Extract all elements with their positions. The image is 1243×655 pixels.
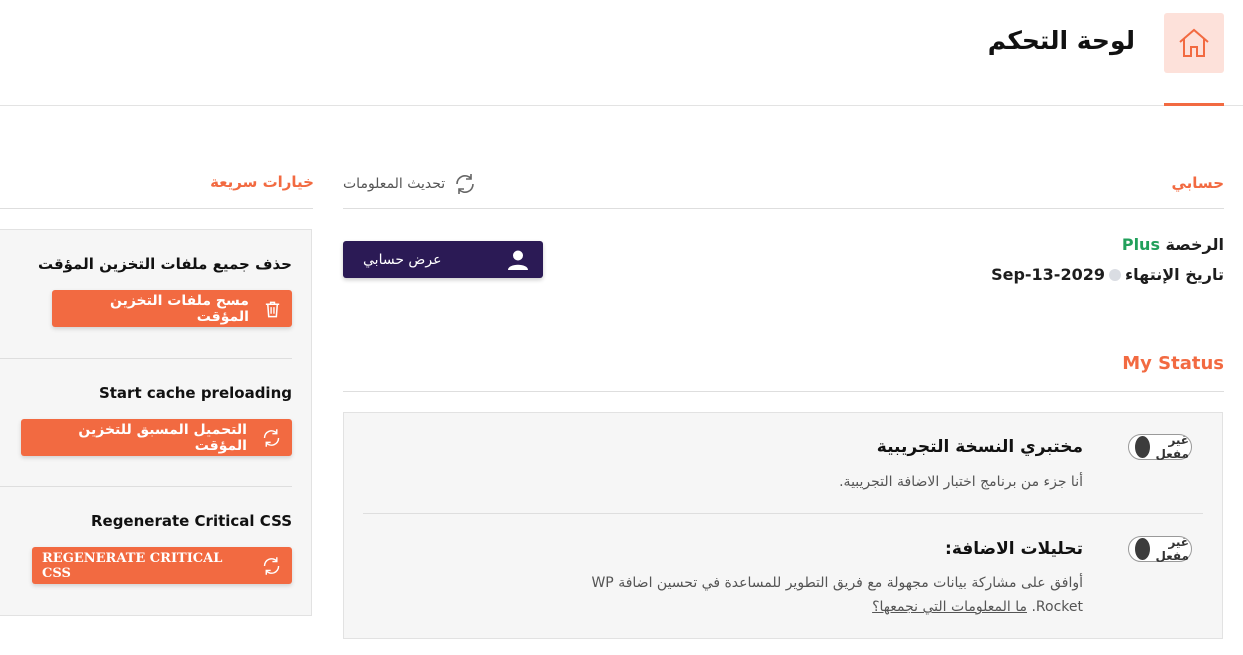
critical-css-heading: Regenerate Critical CSS: [90, 512, 292, 530]
option-divider: [363, 513, 1203, 514]
regenerate-css-button[interactable]: REGENERATE CRITICAL CSS: [32, 547, 292, 584]
trash-icon: [265, 301, 280, 317]
toggle-knob: [1135, 538, 1150, 560]
license-value: Plus: [1121, 235, 1160, 254]
data-collected-link[interactable]: ما المعلومات التي نجمعها؟: [872, 599, 1027, 615]
beta-tester-toggle[interactable]: غير مفعل: [1128, 433, 1192, 461]
preload-cache-label: التحميل المسبق للتخزين المؤقت: [78, 421, 247, 454]
expiry-label: تاريخ الإنتهاء: [1124, 265, 1224, 284]
clear-cache-button[interactable]: مسح ملفات التخزين المؤقت: [52, 290, 292, 327]
refresh-icon: [263, 428, 280, 447]
toggle-knob: [1135, 436, 1150, 458]
quick-divider: [0, 486, 292, 487]
quick-actions-divider: [0, 208, 313, 209]
quick-divider: [0, 358, 292, 359]
page-title: لوحة التحكم: [987, 26, 1135, 55]
refresh-label: تحديث المعلومات: [343, 176, 446, 192]
expiry-row: تاريخ الإنتهاء Sep-13-2029: [991, 265, 1224, 284]
toggle-label: غير مفعل: [1155, 433, 1189, 461]
status-divider: [343, 391, 1224, 392]
analytics-description-tail: Rocket.: [1031, 599, 1083, 615]
home-button[interactable]: [1164, 13, 1224, 73]
license-row: الرخصة Plus: [1122, 235, 1224, 254]
license-label: الرخصة: [1165, 235, 1224, 254]
user-icon: [508, 250, 528, 270]
my-account-title: حسابي: [1171, 174, 1224, 192]
analytics-title: تحليلات الاضافة:: [945, 539, 1083, 559]
status-dot: [1108, 268, 1121, 281]
analytics-description-line2: Rocket. ما المعلومات التي نجمعها؟: [363, 595, 1083, 619]
view-account-button[interactable]: عرض حسابي: [343, 241, 543, 278]
my-status-title: My Status: [1122, 353, 1224, 374]
toggle-label: غير مفعل: [1155, 535, 1189, 563]
preload-cache-button[interactable]: التحميل المسبق للتخزين المؤقت: [21, 419, 292, 456]
home-icon: [1179, 28, 1209, 57]
regenerate-css-label: REGENERATE CRITICAL CSS: [42, 550, 223, 581]
view-account-label: عرض حسابي: [363, 251, 442, 268]
analytics-description-line1: أوافق على مشاركة بيانات مجهولة مع فريق ا…: [591, 575, 1083, 591]
quick-actions-title: خيارات سريعة: [210, 173, 314, 191]
expiry-value: Sep-13-2029: [991, 265, 1105, 284]
refresh-info-button[interactable]: تحديث المعلومات: [343, 172, 477, 196]
refresh-icon: [263, 556, 280, 575]
active-tab-indicator: [1164, 103, 1224, 106]
beta-tester-description: أنا جزء من برنامج اختبار الاضافة التجريب…: [839, 474, 1083, 490]
preload-heading: Start cache preloading: [98, 384, 292, 402]
account-divider: [343, 208, 1224, 209]
analytics-toggle[interactable]: غير مفعل: [1128, 535, 1192, 563]
beta-tester-title: مختبري النسخة التجريبية: [876, 437, 1083, 457]
clear-cache-heading: حذف جميع ملفات التخزين المؤقت: [37, 255, 292, 273]
refresh-icon: [456, 174, 475, 194]
header-divider: [0, 105, 1243, 106]
analytics-description: أوافق على مشاركة بيانات مجهولة مع فريق ا…: [363, 571, 1083, 619]
clear-cache-label: مسح ملفات التخزين المؤقت: [109, 292, 249, 325]
